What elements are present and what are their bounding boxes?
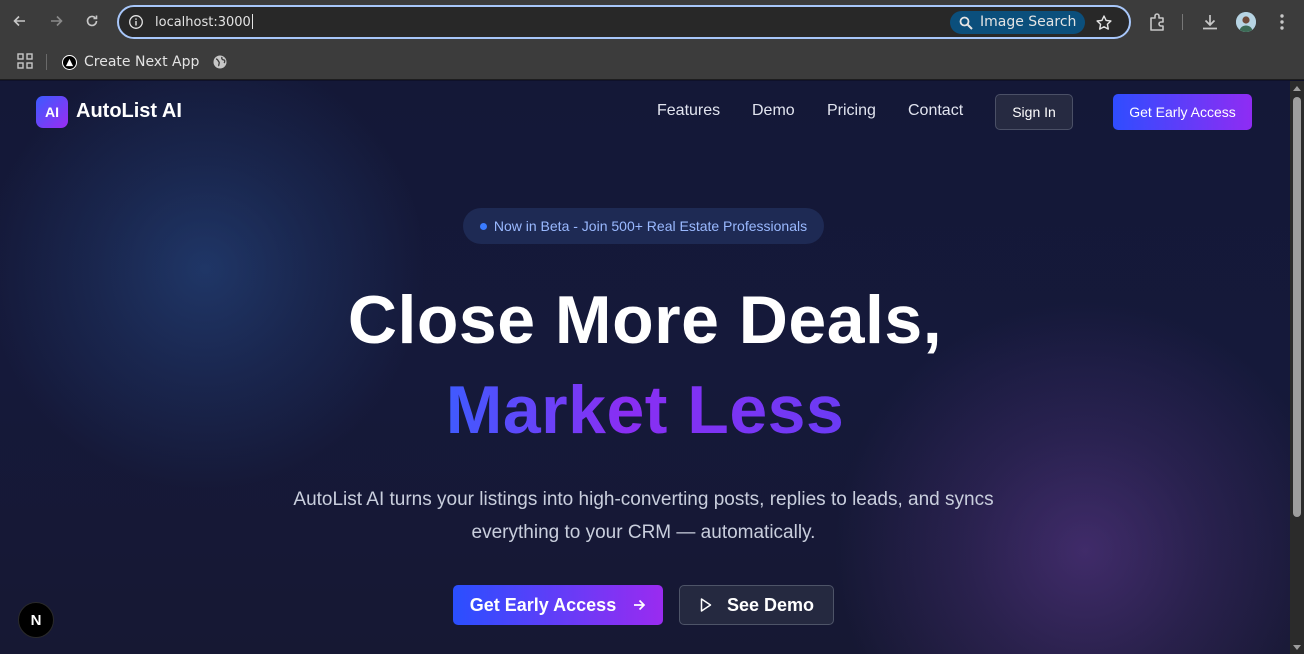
nextjs-dev-indicator-icon[interactable]: N [18,602,54,638]
hero-subtitle: AutoList AI turns your listings into hig… [293,489,994,543]
address-bar[interactable]: localhost:3000 Image Search [117,5,1131,39]
status-dot-icon [479,222,487,230]
reload-icon [86,15,98,27]
nav-link-demo[interactable]: Demo [752,102,795,120]
reload-button[interactable] [80,9,104,33]
apps-grid-icon[interactable] [16,52,34,70]
nav-early-access-button[interactable]: Get Early Access [1113,94,1252,130]
arrow-right-icon [51,15,63,27]
toolbar-divider [1182,14,1183,30]
logo-text[interactable]: AutoList AI [76,100,182,123]
forward-button[interactable] [44,9,68,33]
sign-in-button[interactable]: Sign In [995,94,1073,130]
bookmarks-bar: Create Next App [0,44,1304,80]
play-icon [700,598,712,612]
bookmarks-divider [46,54,47,70]
cta-secondary-label: See Demo [726,594,815,615]
page-scrollbar[interactable] [1290,81,1304,654]
hero-headline-line1: Close More Deals, [347,282,943,358]
logo-badge[interactable]: AI [36,96,68,128]
image-search-button[interactable]: Image Search [950,11,1086,34]
browser-toolbar: localhost:3000 Image Search [0,0,1304,44]
globe-icon[interactable] [212,54,228,70]
text-caret [251,14,253,29]
search-icon [959,16,973,30]
image-search-label: Image Search [980,14,1077,30]
back-button[interactable] [8,9,32,33]
cta-primary-label: Get Early Access [469,594,617,615]
extensions-icon[interactable] [1146,11,1168,33]
profile-avatar[interactable] [1236,12,1256,32]
nav-link-contact[interactable]: Contact [908,102,963,120]
profile-icon [1236,12,1256,32]
nav-link-pricing[interactable]: Pricing [827,102,876,120]
download-icon[interactable] [1199,11,1221,33]
nextjs-favicon-icon [62,54,77,70]
more-menu-icon[interactable] [1271,11,1293,33]
bookmark-label: Create Next App [84,54,200,70]
scroll-down-arrow-icon[interactable] [1293,645,1301,650]
arrow-right-icon [634,599,646,611]
see-demo-button[interactable]: See Demo [679,585,834,625]
scroll-up-arrow-icon[interactable] [1293,86,1301,91]
site-info-icon[interactable] [128,14,144,30]
arrow-left-icon [13,15,25,27]
bookmark-star-icon[interactable] [1095,14,1113,32]
page-viewport: AI AutoList AI Features Demo Pricing Con… [0,81,1290,654]
hero-headline-line2: Market Less [445,372,845,448]
beta-pill-text: Now in Beta - Join 500+ Real Estate Prof… [493,218,808,234]
url-text[interactable]: localhost:3000 [155,14,253,30]
beta-announcement-pill: Now in Beta - Join 500+ Real Estate Prof… [463,208,824,244]
bookmark-create-next-app[interactable]: Create Next App [62,52,199,72]
nav-link-features[interactable]: Features [657,102,720,120]
get-early-access-button[interactable]: Get Early Access [453,585,663,625]
scrollbar-thumb[interactable] [1293,97,1301,517]
